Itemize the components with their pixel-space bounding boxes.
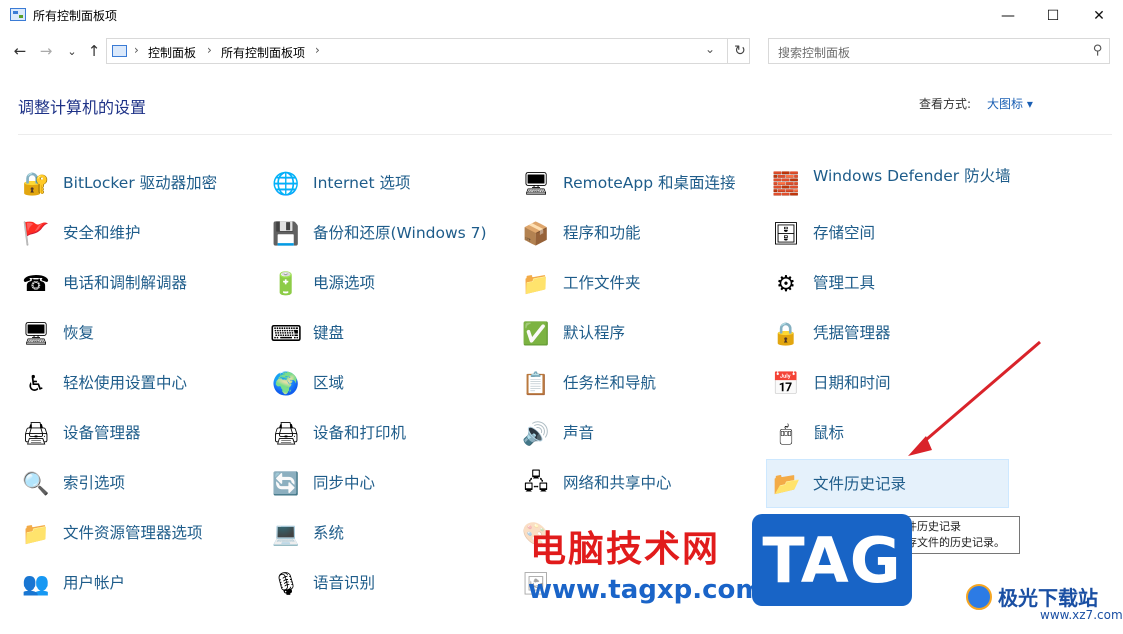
watermark-site-name: 极光下载站 — [998, 586, 1098, 610]
watermark-site-logo — [966, 584, 992, 610]
arrow-shaft — [919, 340, 1041, 447]
watermark-tag-logo: TAG — [752, 514, 912, 606]
watermark-site-url: www.xz7.com — [1040, 608, 1123, 622]
watermark-url: www.tagxp.com — [528, 575, 763, 605]
watermark-text: 电脑技术网 — [530, 529, 721, 570]
